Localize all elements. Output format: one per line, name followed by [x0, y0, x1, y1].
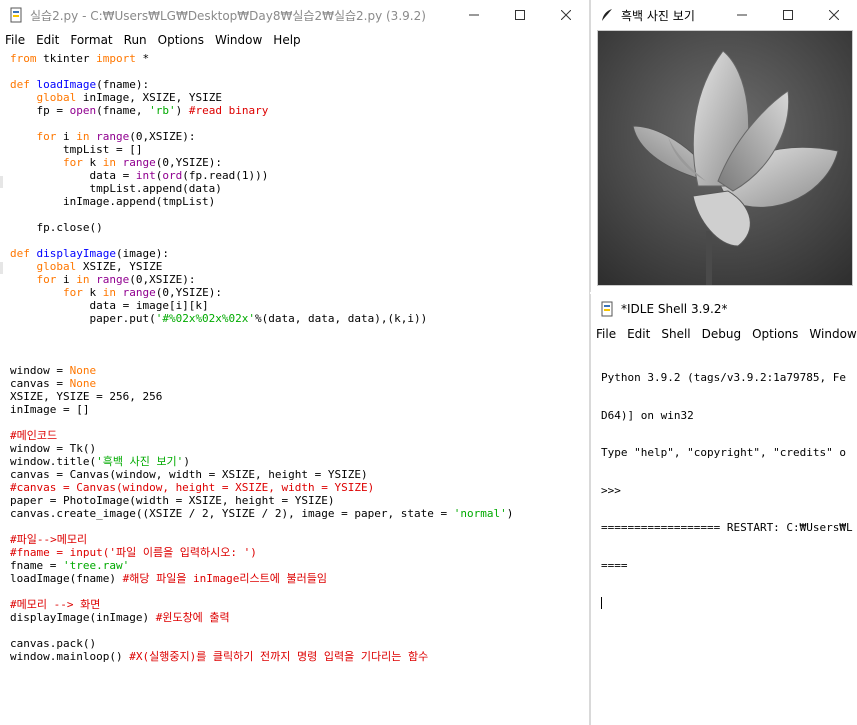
code-line: canvas = Canvas(window, width = XSIZE, h… [10, 468, 368, 481]
menu-options[interactable]: Options [747, 327, 804, 341]
text-cursor [601, 597, 602, 609]
code-line: #fname = input('파일 이름을 입력하시오: ') [10, 546, 257, 559]
code-line: ​ [10, 624, 513, 637]
code-line: for k in range(0,YSIZE): [62, 156, 222, 169]
code-line: fp.close() [10, 221, 103, 234]
code-line: #메인코드 [10, 429, 58, 442]
idle-shell-window: *IDLE Shell 3.9.2* File Edit Shell Debug… [590, 294, 857, 725]
code-line: global inImage, XSIZE, YSIZE [36, 91, 222, 104]
editor-window: 실습2.py - C:₩Users₩LG₩Desktop₩Day8₩실습2₩실습… [0, 0, 590, 725]
code-line: ​ [10, 520, 513, 533]
code-line: for i in range(0,XSIZE): [36, 130, 196, 143]
menu-file[interactable]: File [0, 33, 31, 47]
code-line: canvas.pack() [10, 637, 97, 650]
code-line: data = int(ord(fp.read(1))) [10, 169, 269, 182]
code-line: ​ [10, 208, 513, 221]
menu-debug[interactable]: Debug [697, 327, 747, 341]
menu-run[interactable]: Run [119, 33, 153, 47]
shell-output[interactable]: Python 3.9.2 (tags/v3.9.2:1a79785, Fe D6… [601, 347, 853, 635]
code-line: ​ [10, 585, 513, 598]
close-button[interactable] [543, 0, 589, 30]
code-line: fp = open(fname, 'rb') #read binary [10, 104, 269, 117]
grayscale-flower-image [598, 31, 852, 285]
code-line: paper = PhotoImage(width = XSIZE, height… [10, 494, 335, 507]
menu-edit[interactable]: Edit [622, 327, 656, 341]
menu-window[interactable]: Window [210, 33, 268, 47]
code-line: for k in range(0,YSIZE): [62, 286, 222, 299]
menu-shell[interactable]: Shell [656, 327, 696, 341]
code-line: #canvas = Canvas(window, height = XSIZE,… [10, 481, 375, 494]
code-editor[interactable]: from tkinter import *​def loadImage(fnam… [10, 52, 513, 663]
menu-format[interactable]: Format [65, 33, 118, 47]
menu-window[interactable]: Window [804, 327, 857, 341]
menu-edit[interactable]: Edit [31, 33, 65, 47]
editor-titlebar[interactable]: 실습2.py - C:₩Users₩LG₩Desktop₩Day8₩실습2₩실습… [0, 0, 589, 30]
code-line: ​ [10, 338, 513, 351]
minimize-button[interactable] [719, 0, 765, 30]
maximize-button[interactable] [765, 0, 811, 30]
code-line: window = Tk() [10, 442, 97, 455]
code-line: fname = 'tree.raw' [10, 559, 130, 572]
shell-titlebar[interactable]: *IDLE Shell 3.9.2* [591, 294, 857, 324]
menu-file[interactable]: File [591, 327, 622, 341]
image-window-title: 흑백 사진 보기 [621, 8, 695, 23]
code-line: from tkinter import * [10, 52, 150, 65]
shell-line: Type "help", "copyright", "credits" o [601, 446, 847, 459]
code-line: ​ [10, 117, 513, 130]
shell-title: *IDLE Shell 3.9.2* [621, 302, 728, 316]
code-line: ​ [10, 234, 513, 247]
code-line: def displayImage(image): [10, 247, 169, 260]
code-line: XSIZE, YSIZE = 256, 256 [10, 390, 163, 403]
maximize-button[interactable] [497, 0, 543, 30]
menu-options[interactable]: Options [153, 33, 210, 47]
gutter-marker [0, 262, 3, 274]
shell-line: D64)] on win32 [601, 408, 694, 422]
code-line: window.title('흑백 사진 보기') [10, 455, 190, 468]
feather-icon [599, 7, 615, 23]
code-line: tmpList.append(data) [10, 182, 222, 195]
code-line: inImage = [] [10, 403, 90, 416]
code-line: paper.put('#%02x%02x%02x'%(data, data, d… [10, 312, 428, 325]
python-file-icon [8, 7, 24, 23]
shell-line: >>> [601, 483, 628, 497]
code-line: displayImage(inImage) #윈도창에 출력 [10, 611, 230, 624]
code-line: window.mainloop() #X(실행중지)를 클릭하기 전까지 명령 … [10, 650, 429, 663]
menu-help[interactable]: Help [268, 33, 306, 47]
code-line: for i in range(0,XSIZE): [36, 273, 196, 286]
code-line: tmpList = [] [10, 143, 143, 156]
code-line: canvas = None [10, 377, 97, 390]
python-file-icon [599, 301, 615, 317]
code-line: canvas.create_image((XSIZE / 2, YSIZE / … [10, 507, 514, 520]
code-line: ​ [10, 351, 513, 364]
code-line: ​ [10, 65, 513, 78]
code-line: #파일-->메모리 [10, 533, 88, 546]
code-line: ​ [10, 325, 513, 338]
code-line: data = image[i][k] [10, 299, 209, 312]
image-window-titlebar[interactable]: 흑백 사진 보기 [591, 0, 857, 30]
shell-line: ================== RESTART: C:₩Users₩L [601, 521, 853, 534]
close-button[interactable] [811, 0, 857, 30]
code-line: #메모리 --> 화면 [10, 598, 101, 611]
code-line: window = None [10, 364, 97, 377]
shell-menubar: File Edit Shell Debug Options Window [591, 324, 857, 344]
code-line: loadImage(fname) #해당 파일을 inImage리스트에 불러들… [10, 572, 328, 585]
code-line: inImage.append(tmpList) [10, 195, 216, 208]
image-viewer-window: 흑백 사진 보기 [590, 0, 857, 292]
minimize-button[interactable] [451, 0, 497, 30]
shell-line: ==== [601, 558, 628, 572]
code-line: global XSIZE, YSIZE [36, 260, 163, 273]
code-line: ​ [10, 416, 513, 429]
shell-line: Python 3.9.2 (tags/v3.9.2:1a79785, Fe [601, 371, 847, 384]
editor-title: 실습2.py - C:₩Users₩LG₩Desktop₩Day8₩실습2₩실습… [30, 8, 426, 23]
code-line: def loadImage(fname): [10, 78, 150, 91]
image-canvas [597, 30, 853, 286]
gutter-marker [0, 176, 3, 188]
editor-menubar: File Edit Format Run Options Window Help [0, 30, 589, 50]
shell-cursor-line [601, 597, 853, 610]
